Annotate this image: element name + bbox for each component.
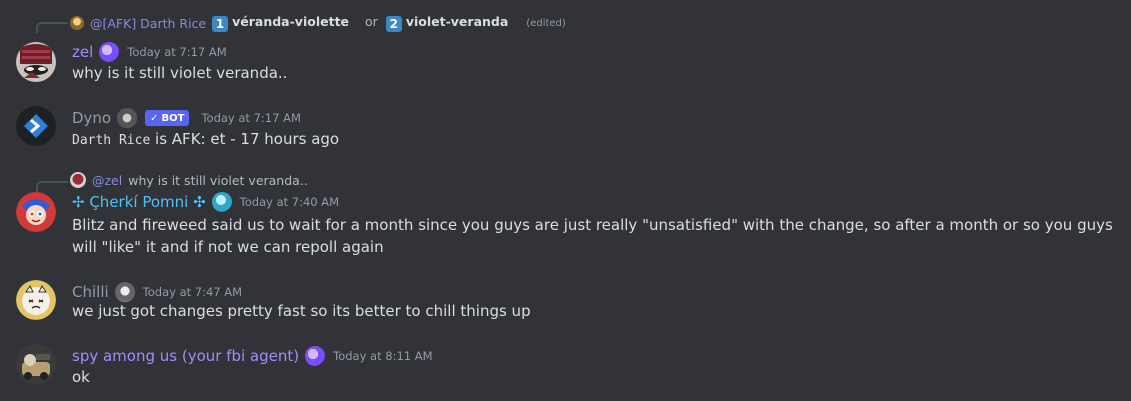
username[interactable]: Chilli: [72, 283, 109, 301]
reply-text: why is it still violet veranda..: [128, 172, 308, 188]
avatar[interactable]: [16, 192, 56, 232]
option-one: véranda-violette: [232, 14, 350, 29]
or-text: or: [365, 14, 378, 29]
option-two: violet-veranda: [405, 14, 509, 29]
avatar-decoration-icon: [305, 346, 326, 366]
bot-label: BOT: [161, 112, 185, 124]
message-content: Darth Rice is AFK: et - 17 hours ago: [72, 128, 1117, 152]
message-header: Dyno ✓ BOT Today at 7:17 AM: [72, 108, 301, 128]
avatar-decoration-icon: [99, 42, 120, 62]
avatar[interactable]: [16, 344, 56, 384]
timestamp[interactable]: Today at 7:40 AM: [240, 195, 339, 209]
timestamp[interactable]: Today at 8:11 AM: [333, 349, 432, 363]
reply-connector: [36, 181, 68, 192]
message-content: we just got changes pretty fast so its b…: [72, 302, 531, 320]
avatar-decoration-icon: [114, 282, 135, 302]
avatar-decoration-icon: [211, 192, 232, 212]
message-text: is AFK: et - 17 hours ago: [150, 130, 340, 148]
avatar[interactable]: [16, 106, 56, 146]
message-content: why is it still violet veranda..: [72, 64, 288, 82]
bot-badge: ✓ BOT: [145, 110, 190, 126]
inline-code: Darth Rice: [72, 133, 151, 148]
username[interactable]: spy among us (your fbi agent): [72, 347, 299, 365]
reply-avatar: [70, 172, 86, 188]
message-content: ok: [72, 368, 90, 386]
reply-author[interactable]: @zel: [92, 173, 122, 188]
message-header: spy among us (your fbi agent) Today at 8…: [72, 346, 433, 366]
message-content: Blitz and fireweed said us to wait for a…: [72, 216, 1113, 256]
message-header: Chilli Today at 7:47 AM: [72, 282, 242, 302]
reply-preview[interactable]: @zel why is it still violet veranda..: [70, 172, 308, 188]
check-icon: ✓: [150, 112, 159, 124]
reply-text: 1 véranda-violette or 2 violet-veranda: [212, 14, 508, 32]
chat-messages: @[AFK] Darth Rice 1 véranda-violette or 2 vi…: [0, 0, 1131, 401]
username[interactable]: Dyno: [72, 109, 111, 127]
message-header: zel Today at 7:17 AM: [72, 42, 227, 62]
avatar[interactable]: [16, 280, 56, 320]
reply-preview[interactable]: @[AFK] Darth Rice 1 véranda-violette or 2 vi…: [70, 14, 566, 32]
reply-author[interactable]: @[AFK] Darth Rice: [90, 16, 206, 31]
reply-avatar: [70, 16, 84, 30]
number-two-badge: 2: [385, 16, 402, 32]
avatar[interactable]: [16, 42, 56, 82]
number-one-badge: 1: [212, 16, 229, 32]
edited-label: (edited): [526, 17, 566, 29]
timestamp[interactable]: Today at 7:17 AM: [201, 111, 300, 125]
username[interactable]: ✢ Çherkí Pomni ✣: [72, 193, 206, 211]
message-header: ✢ Çherkí Pomni ✣ Today at 7:40 AM: [72, 192, 339, 212]
timestamp[interactable]: Today at 7:17 AM: [127, 45, 226, 59]
reply-connector: [36, 22, 68, 33]
timestamp[interactable]: Today at 7:47 AM: [143, 285, 242, 299]
bot-decoration-icon: [117, 108, 138, 128]
username[interactable]: zel: [72, 43, 93, 61]
